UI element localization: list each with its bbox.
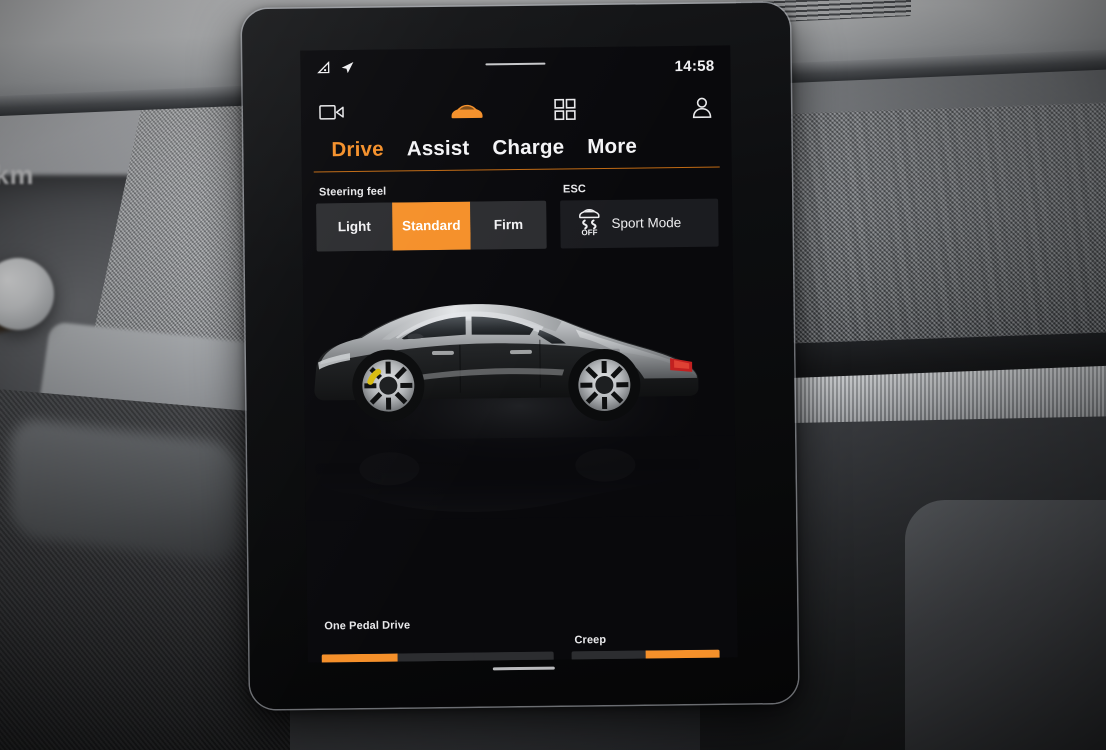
esc-skid-off-icon: OFF	[576, 206, 602, 241]
signal-triangle-icon	[316, 60, 331, 79]
status-bar: 14:58	[300, 45, 730, 90]
creep-group: Creep Off On	[571, 632, 721, 663]
drag-handle-indicator[interactable]	[485, 62, 546, 66]
main-icon-bar	[301, 85, 732, 134]
one-pedal-drive-off[interactable]: Off	[321, 653, 399, 663]
svg-text:OFF: OFF	[581, 228, 597, 236]
tab-assist[interactable]: Assist	[407, 137, 470, 161]
one-pedal-drive-segmented-control: Off Low Standard	[321, 651, 555, 663]
steering-feel-light[interactable]: Light	[316, 202, 393, 251]
navigation-arrow-icon	[340, 61, 354, 79]
camera-button[interactable]	[319, 102, 418, 121]
steering-feel-standard[interactable]: Standard	[392, 201, 471, 251]
tab-charge[interactable]: Charge	[492, 135, 564, 159]
one-pedal-drive-standard[interactable]: Standard	[475, 651, 555, 663]
esc-sport-mode-label: Sport Mode	[611, 215, 682, 231]
car-button[interactable]	[417, 100, 516, 121]
home-indicator[interactable]	[492, 666, 555, 671]
steering-feel-segmented-control: Light Standard Firm	[316, 200, 547, 251]
camera-icon	[319, 105, 344, 120]
center-display-tablet: 14:58 Drive Assist Charge More Steering …	[241, 2, 799, 710]
creep-off[interactable]: Off	[571, 649, 647, 663]
status-clock: 14:58	[674, 57, 715, 75]
esc-label: ESC	[562, 182, 586, 195]
tab-bar: Drive Assist Charge More	[313, 129, 720, 173]
creep-on[interactable]: On	[645, 649, 721, 663]
tab-more[interactable]: More	[587, 135, 637, 159]
steering-feel-label: Steering feel	[318, 185, 387, 198]
drive-settings-panel: Steering feel Light Standard Firm ESC OF…	[302, 167, 738, 663]
car-icon	[451, 104, 483, 119]
apps-grid-icon	[554, 98, 576, 121]
profile-icon	[692, 97, 712, 119]
esc-group: ESC OFF Sport Mode	[560, 181, 719, 248]
creep-segmented-control: Off On	[571, 649, 721, 663]
creep-label: Creep	[574, 633, 607, 646]
bottom-controls: One Pedal Drive Off Low Standard Creep O…	[321, 615, 724, 663]
one-pedal-drive-low[interactable]: Low	[397, 652, 475, 663]
esc-sport-mode-button[interactable]: OFF Sport Mode	[560, 198, 719, 248]
profile-button[interactable]	[614, 97, 713, 120]
tab-drive[interactable]: Drive	[331, 138, 384, 162]
steering-feel-group: Steering feel Light Standard Firm	[316, 183, 547, 251]
infotainment-screen: 14:58 Drive Assist Charge More Steering …	[300, 45, 738, 663]
one-pedal-drive-label: One Pedal Drive	[324, 618, 411, 632]
apps-button[interactable]	[516, 98, 615, 121]
car-side-view-render	[303, 285, 736, 521]
steering-feel-firm[interactable]: Firm	[470, 200, 547, 250]
